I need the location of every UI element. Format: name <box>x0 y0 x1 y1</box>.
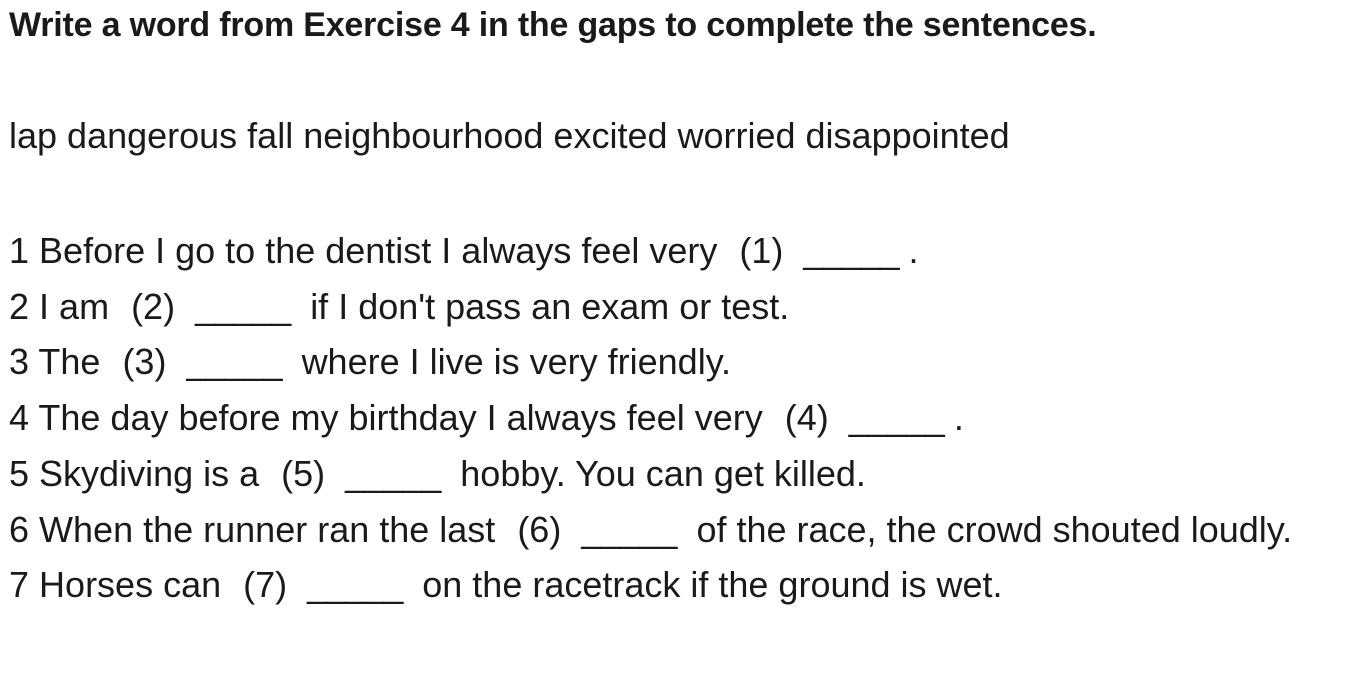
sentence-2: 2 I am (2) _____ if I don't pass an exam o… <box>9 279 1339 335</box>
sentence-number: 4 <box>9 397 30 439</box>
sentence-text-before: Before I go to the dentist I always feel… <box>39 230 718 271</box>
sentence-4: 4 The day before my birthday I always fe… <box>9 390 1339 446</box>
gap-blank[interactable]: _____ <box>849 397 945 438</box>
gap-label: (7) <box>243 564 288 606</box>
sentence-text-after: on the racetrack if the ground is wet. <box>422 564 1003 606</box>
gap-blank[interactable]: _____ <box>307 564 403 605</box>
sentence-text-before: The day before my birthday I always feel… <box>38 397 763 439</box>
sentence-list: 1 Before I go to the dentist I always fe… <box>9 223 1339 613</box>
sentence-text-after: hobby. You can get killed. <box>460 452 866 494</box>
gap-label: (4) <box>784 397 829 439</box>
gap-blank[interactable]: _____ <box>186 341 282 382</box>
sentence-6: 6 When the runner ran the last (6) _____ o… <box>9 502 1339 558</box>
gap-label: (5) <box>281 452 326 494</box>
sentence-text-after: . <box>908 230 919 271</box>
gap-blank[interactable]: _____ <box>581 509 677 550</box>
gap-blank[interactable]: _____ <box>803 230 899 271</box>
sentence-text-before: Skydiving is a <box>39 452 260 494</box>
sentence-number: 2 <box>9 285 30 327</box>
sentence-text-before: The <box>38 341 101 383</box>
sentence-text-before: When the runner ran the last <box>39 508 496 550</box>
sentence-text-after: if I don't pass an exam or test. <box>310 285 790 327</box>
sentence-5: 5 Skydiving is a (5) _____ hobby. You can … <box>9 446 1339 502</box>
sentence-1: 1 Before I go to the dentist I always fe… <box>9 223 1339 279</box>
sentence-text-before: I am <box>39 285 110 327</box>
sentence-text-after: . <box>953 397 964 439</box>
gap-label: (3) <box>122 341 167 383</box>
sentence-number: 7 <box>9 564 30 606</box>
sentence-7: 7 Horses can (7) _____ on the racetrack if… <box>9 557 1339 613</box>
sentence-3: 3 The (3) _____ where I live is very frien… <box>9 334 1339 390</box>
word-bank: lap dangerous fall neighbourhood excited… <box>9 115 1010 156</box>
sentence-text-after: of the race, the crowd shouted loudly. <box>696 508 1293 550</box>
gap-label: (6) <box>517 508 562 550</box>
exercise-instructions: Write a word from Exercise 4 in the gaps… <box>9 6 1097 44</box>
gap-label: (2) <box>131 285 176 327</box>
sentence-text-before: Horses can <box>39 564 222 606</box>
sentence-number: 3 <box>9 341 30 383</box>
gap-label: (1) <box>739 230 784 271</box>
sentence-text-after: where I live is very friendly. <box>301 341 732 383</box>
sentence-number: 5 <box>9 452 30 494</box>
sentence-number: 1 <box>9 230 30 271</box>
gap-blank[interactable]: _____ <box>345 453 441 494</box>
gap-blank[interactable]: _____ <box>195 286 291 327</box>
sentence-number: 6 <box>9 508 30 550</box>
